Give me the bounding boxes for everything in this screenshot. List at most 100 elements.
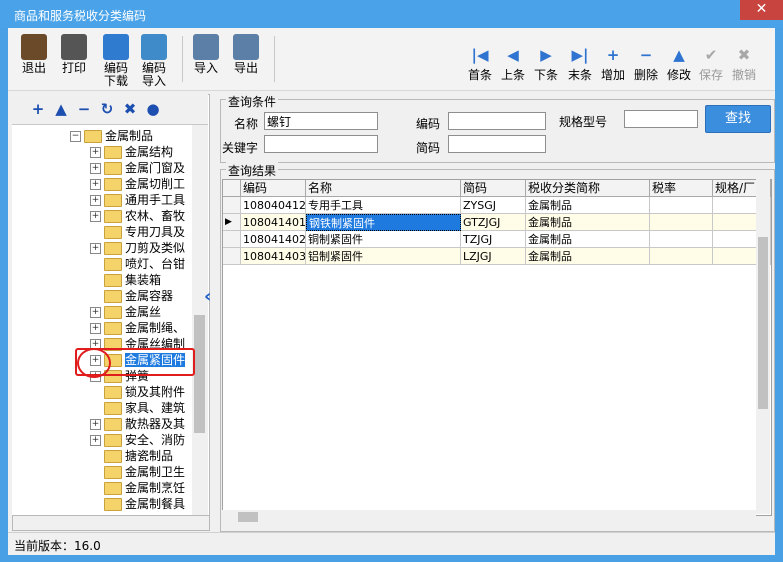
collapse-panel-chevron-icon[interactable]: ‹ <box>204 286 211 307</box>
grid-cell[interactable]: 1080404120( <box>241 197 306 214</box>
toolbar-button-5[interactable]: 导出 <box>228 34 264 75</box>
tree-node[interactable]: + 安全、消防 <box>90 431 185 447</box>
grid-cell[interactable]: 铝制紧固件 <box>306 248 461 265</box>
expand-toggle-icon[interactable]: + <box>90 211 101 222</box>
toolbar-button-3[interactable]: 编码 导入 <box>136 34 172 88</box>
nav-button-0[interactable]: |◀ 首条 <box>463 46 497 83</box>
grid-vertical-scrollbar[interactable] <box>756 179 770 514</box>
expand-toggle-icon[interactable]: + <box>90 419 101 430</box>
expand-toggle-icon[interactable]: + <box>90 147 101 158</box>
collapse-toggle-icon[interactable]: − <box>70 131 81 142</box>
tree-node[interactable]: + 金属结构 <box>90 143 173 159</box>
toolbar-button-1[interactable]: 打印 <box>56 34 92 75</box>
grid-cell[interactable]: LZJGJ <box>461 248 526 265</box>
grid-cell[interactable]: ZYSGJ <box>461 197 526 214</box>
tree-node[interactable]: 集装箱 <box>90 271 161 287</box>
move-up-icon[interactable]: ▲ <box>53 101 69 117</box>
expand-toggle-icon[interactable]: + <box>90 243 101 254</box>
tree-scroll-thumb[interactable] <box>194 315 205 433</box>
tree-node[interactable]: + 金属切削工 <box>90 175 185 191</box>
grid-cell[interactable]: 1080414010( <box>241 214 306 231</box>
name-input[interactable]: 螺钉 <box>264 112 378 130</box>
grid-cell[interactable]: 金属制品 <box>526 231 650 248</box>
nav-button-1[interactable]: ◀ 上条 <box>496 46 530 83</box>
row-indicator[interactable] <box>223 197 241 214</box>
grid-cell[interactable]: 金属制品 <box>526 248 650 265</box>
spec-input[interactable] <box>624 110 698 128</box>
tree-node[interactable]: + 刀剪及类似 <box>90 239 185 255</box>
expand-toggle-icon[interactable]: + <box>90 323 101 334</box>
nav-button-8[interactable]: ✖ 撤销 <box>727 46 761 83</box>
expand-toggle-icon[interactable]: + <box>90 195 101 206</box>
nav-button-7[interactable]: ✔ 保存 <box>694 46 728 83</box>
short-code-input[interactable] <box>448 135 546 153</box>
toolbar-button-2[interactable]: 编码 下载 <box>98 34 134 88</box>
tree-node[interactable]: + 金属制绳、 <box>90 319 185 335</box>
grid-column-header[interactable]: 税率 <box>650 180 713 197</box>
close-button[interactable]: ✕ <box>740 0 783 20</box>
grid-cell[interactable]: 专用手工具 <box>306 197 461 214</box>
tree-node[interactable]: 金属制烹饪 <box>90 479 185 495</box>
grid-cell[interactable]: TZJGJ <box>461 231 526 248</box>
toolbar-button-0[interactable]: 退出 <box>16 34 52 75</box>
grid-horizontal-scrollbar[interactable] <box>222 510 756 524</box>
collapse-remove-icon[interactable]: − <box>76 101 92 117</box>
tree-node[interactable]: 搪瓷制品 <box>90 447 173 463</box>
row-indicator[interactable]: ▶ <box>223 214 241 231</box>
keyword-input[interactable] <box>264 135 378 153</box>
tree-node[interactable]: + 金属门窗及 <box>90 159 185 175</box>
nav-button-6[interactable]: ▲ 修改 <box>662 46 696 83</box>
target-icon[interactable]: ● <box>145 101 161 117</box>
toolbar-button-4[interactable]: 导入 <box>188 34 224 75</box>
nav-button-2[interactable]: ▶ 下条 <box>529 46 563 83</box>
fullscreen-icon[interactable]: ✖ <box>122 101 138 117</box>
grid-cell[interactable]: 铜制紧固件 <box>306 231 461 248</box>
tree-node[interactable]: 喷灯、台钳 <box>90 255 185 271</box>
tree-node[interactable]: + 通用手工具 <box>90 191 185 207</box>
grid-vscroll-thumb[interactable] <box>758 237 768 409</box>
grid-column-header[interactable]: 税收分类简称 <box>526 180 650 197</box>
grid-column-header[interactable]: 编码 <box>241 180 306 197</box>
expand-toggle-icon[interactable]: + <box>90 307 101 318</box>
name-label: 名称 <box>234 117 259 131</box>
grid-cell[interactable]: 金属制品 <box>526 214 650 231</box>
expand-add-icon[interactable]: + <box>30 101 46 117</box>
grid-cell[interactable]: GTZJGJ <box>461 214 526 231</box>
grid-hscroll-thumb[interactable] <box>238 512 258 522</box>
row-indicator[interactable] <box>223 248 241 265</box>
nav-button-3[interactable]: ▶| 末条 <box>563 46 597 83</box>
grid-column-header[interactable]: 名称 <box>306 180 461 197</box>
expand-toggle-icon[interactable]: + <box>90 163 101 174</box>
grid-column-header[interactable]: 简码 <box>461 180 526 197</box>
tree-node[interactable]: 金属容器 <box>90 287 173 303</box>
expand-toggle-icon[interactable]: + <box>90 435 101 446</box>
grid-cell[interactable] <box>650 197 713 214</box>
tree-horizontal-scrollbar[interactable] <box>12 515 210 531</box>
grid-cell[interactable]: 钢铁制紧固件 <box>306 214 461 231</box>
grid-cell[interactable] <box>650 214 713 231</box>
tree-node[interactable]: + 散热器及其 <box>90 415 185 431</box>
grid-cell[interactable] <box>650 231 713 248</box>
title-bar[interactable]: 商品和服务税收分类编码 ✕ <box>0 0 783 28</box>
tree-root-node[interactable]: − 金属制品 <box>70 127 153 143</box>
nav-button-4[interactable]: + 增加 <box>596 46 630 83</box>
search-button[interactable]: 查找 <box>705 105 771 133</box>
grid-cell[interactable]: 金属制品 <box>526 197 650 214</box>
grid-cell[interactable] <box>650 248 713 265</box>
tree-node[interactable]: 家具、建筑 <box>90 399 185 415</box>
code-input[interactable] <box>448 112 546 130</box>
tree-node[interactable]: 锁及其附件 <box>90 383 185 399</box>
expand-toggle-icon[interactable]: + <box>90 179 101 190</box>
tree-vertical-scrollbar[interactable] <box>192 125 208 515</box>
tree-node[interactable]: + 农林、畜牧 <box>90 207 185 223</box>
nav-button-5[interactable]: − 删除 <box>629 46 663 83</box>
row-indicator[interactable] <box>223 231 241 248</box>
grid-cell[interactable]: 1080414020( <box>241 231 306 248</box>
tree-node[interactable]: + 金属丝 <box>90 303 161 319</box>
grid-cell[interactable]: 1080414030( <box>241 248 306 265</box>
tree-node[interactable]: 金属制餐具 <box>90 495 185 511</box>
tree-node[interactable]: 金属制卫生 <box>90 463 185 479</box>
tree-node[interactable]: 专用刀具及 <box>90 223 185 239</box>
code-import-icon <box>141 34 167 60</box>
refresh-icon[interactable]: ↻ <box>99 101 115 117</box>
